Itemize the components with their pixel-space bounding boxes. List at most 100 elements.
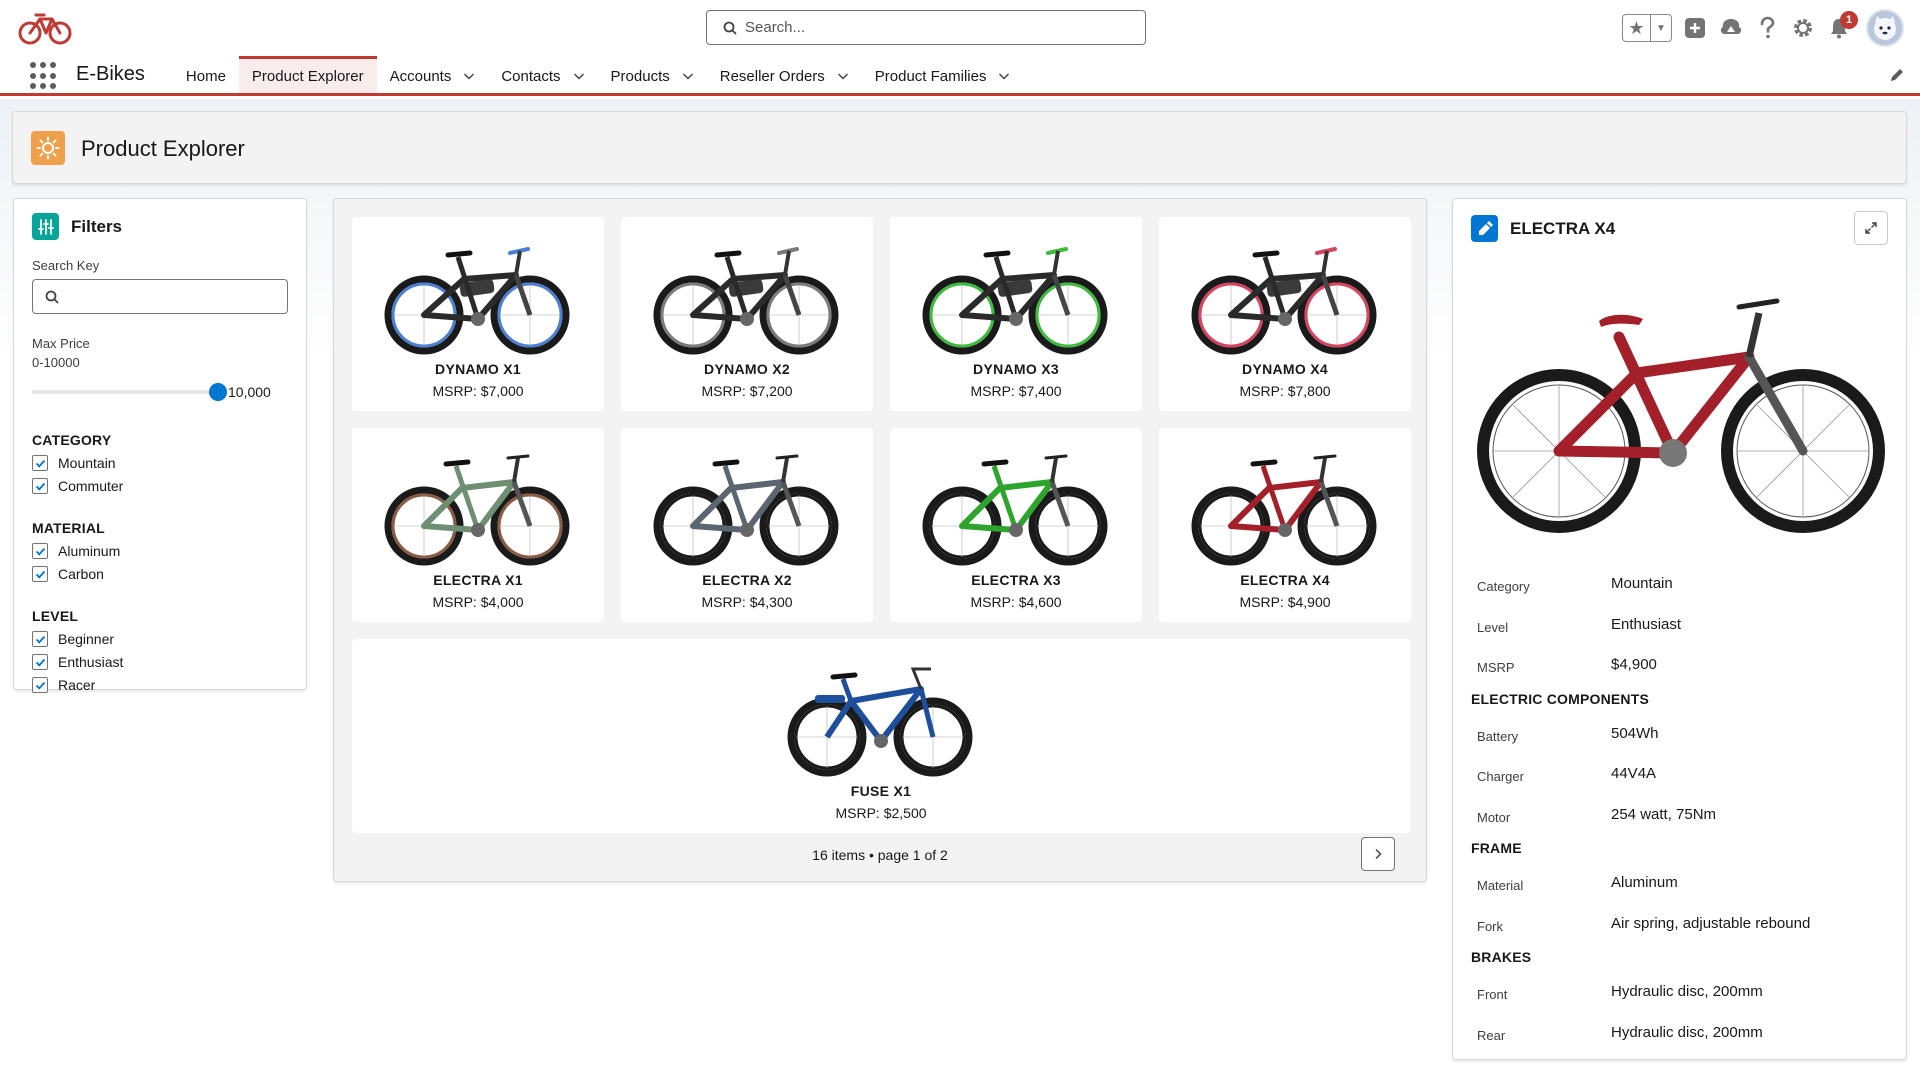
checkbox[interactable] [32,455,48,471]
slider-thumb[interactable] [209,383,227,401]
global-search-input[interactable] [745,19,1125,36]
spec-label: Battery [1477,728,1519,744]
spec-value: Hydraulic disc, 200mm [1611,983,1763,1000]
chevron-right-icon [1375,848,1382,860]
product-tile[interactable]: DYNAMO X1 MSRP: $7,000 [352,217,604,411]
product-name: DYNAMO X3 [973,361,1059,377]
nav-item-label: Reseller Orders [719,67,825,85]
product-tile[interactable]: DYNAMO X4 MSRP: $7,800 [1159,217,1411,411]
product-image [922,247,1108,355]
checkbox[interactable] [32,543,48,559]
product-detail-card: ELECTRA X4 Category Mountain Level Enthusia… [1452,198,1907,1060]
nav-item-contacts[interactable]: Contacts [488,56,597,93]
spec-label: MSRP [1477,660,1515,675]
settings-gear-icon[interactable] [1790,15,1816,41]
filter-option-carbon[interactable]: Carbon [32,566,288,582]
checkmark-icon [35,482,45,491]
nav-item-product-families[interactable]: Product Families [862,56,1024,93]
product-name: DYNAMO X1 [435,361,521,377]
spec-value: 44V4A [1611,765,1657,782]
app-launcher-icon[interactable] [30,62,58,90]
spec-value: 254 watt, 75Nm [1611,805,1717,823]
checkbox[interactable] [32,677,48,693]
product-tile[interactable]: DYNAMO X2 MSRP: $7,200 [621,217,873,411]
help-icon[interactable] [1754,15,1780,41]
user-avatar[interactable] [1866,9,1904,47]
product-image [384,454,570,566]
filters-sliders-icon [32,213,59,240]
next-page-button[interactable] [1361,837,1395,871]
favorites-dropdown-icon[interactable]: ▼ [1651,15,1671,41]
nav-item-label: Product Explorer [251,67,364,85]
chevron-down-icon[interactable] [573,70,585,82]
filter-option-label: Mountain [58,455,116,471]
product-tile[interactable]: ELECTRA X2 MSRP: $4,300 [621,428,873,622]
search-key-input[interactable] [32,279,288,314]
max-price-slider[interactable]: 10,000 [32,382,288,402]
header-utility-icons: ★ ▼ 1 [1622,8,1904,48]
filter-option-mountain[interactable]: Mountain [32,455,288,471]
filter-groups: CATEGORY Mountain Commuter MATERIAL Aluminum… [32,432,288,693]
global-search[interactable] [706,10,1146,45]
slider-track[interactable] [32,383,227,401]
spec-value: 504Wh [1611,724,1659,742]
spec-value: Enthusiast [1611,615,1682,633]
spec-label: Rear [1477,1027,1506,1043]
product-price: MSRP: $7,200 [701,383,793,399]
product-tile[interactable]: ELECTRA X1 MSRP: $4,000 [352,428,604,622]
nav-item-home[interactable]: Home [173,56,239,93]
expand-button[interactable] [1854,211,1888,245]
filter-option-commuter[interactable]: Commuter [32,478,288,494]
checkbox[interactable] [32,566,48,582]
spec-label: Category [1477,579,1530,594]
search-icon [723,21,737,35]
notification-count-badge: 1 [1840,11,1858,29]
chevron-down-icon[interactable] [682,70,694,82]
product-price: MSRP: $2,500 [835,805,927,821]
nav-item-products[interactable]: Products [598,56,707,93]
favorites-star-icon[interactable]: ★ [1623,15,1651,41]
pager-status: 16 items • page 1 of 2 [812,847,948,863]
checkbox[interactable] [32,631,48,647]
chevron-down-icon[interactable] [998,70,1010,82]
trailhead-icon[interactable] [1718,15,1744,41]
product-tile[interactable]: ELECTRA X4 MSRP: $4,900 [1159,428,1411,622]
max-price-label: Max Price [32,336,90,351]
product-name: ELECTRA X2 [702,572,792,588]
nav-item-accounts[interactable]: Accounts [377,56,489,93]
checkmark-icon [35,658,45,667]
nav-item-product-explorer[interactable]: Product Explorer [238,56,377,93]
spec-section-title: BRAKES [1471,949,1532,965]
filter-option-aluminum[interactable]: Aluminum [32,543,288,559]
product-price: MSRP: $7,800 [1239,383,1331,399]
spec-label: Material [1477,878,1524,893]
spec-label: Charger [1477,769,1524,784]
nav-item-reseller-orders[interactable]: Reseller Orders [707,56,862,93]
filter-option-beginner[interactable]: Beginner [32,631,288,647]
search-key-label: Search Key [32,258,100,273]
checkbox[interactable] [32,654,48,670]
product-tile[interactable]: DYNAMO X3 MSRP: $7,400 [890,217,1142,411]
product-tile[interactable]: ELECTRA X3 MSRP: $4,600 [890,428,1142,622]
filter-option-racer[interactable]: Racer [32,677,288,693]
notification-bell-icon[interactable]: 1 [1826,11,1858,41]
product-price: MSRP: $4,300 [701,594,793,610]
chevron-down-icon[interactable] [837,70,849,82]
checkmark-icon [35,681,45,690]
product-tile[interactable]: FUSE X1 MSRP: $2,500 [352,639,1410,833]
edit-nav-pencil-icon[interactable] [1888,66,1906,84]
filter-option-label: Aluminum [58,543,121,559]
spec-label: Front [1477,987,1508,1002]
checkbox[interactable] [32,478,48,494]
e-bikes-logo-icon[interactable] [18,9,72,47]
add-icon[interactable] [1682,15,1708,41]
filter-option-label: Racer [58,677,96,693]
spec-section-title: FRAME [1471,840,1522,856]
chevron-down-icon[interactable] [463,70,475,82]
product-name: FUSE X1 [850,783,912,799]
nav-item-label: Contacts [501,67,561,85]
product-image [1191,247,1377,355]
filter-option-label: Beginner [58,631,115,647]
filter-option-enthusiast[interactable]: Enthusiast [32,654,288,670]
spec-value: Air spring, adjustable rebound [1611,914,1811,932]
